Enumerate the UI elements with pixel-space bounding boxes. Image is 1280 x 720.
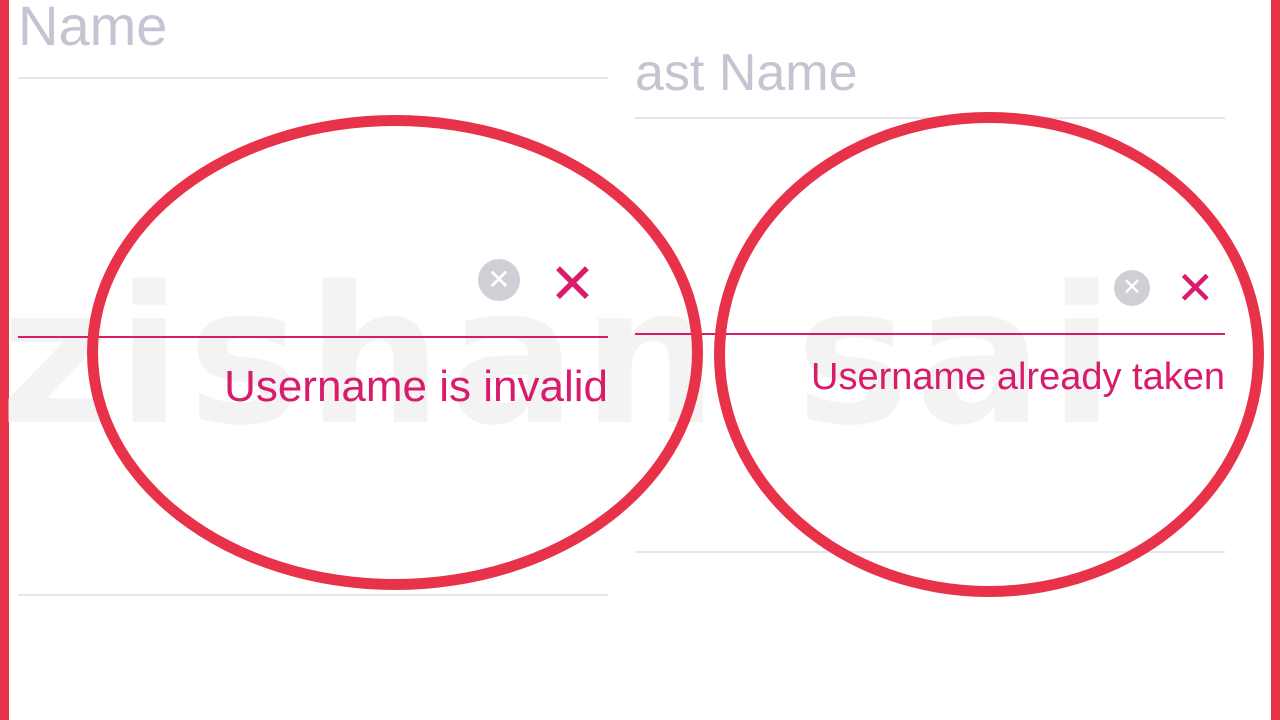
username-error-message: Username already taken [811,356,1225,398]
right-form-panel: ast Name ✕ ✕ Username already taken [635,0,1225,720]
last-name-field-underline [635,117,1225,119]
username-field-underline[interactable] [635,333,1225,335]
error-x-icon: ✕ [1176,262,1215,314]
error-x-icon: ✕ [549,252,596,315]
left-form-panel: Name ✕ ✕ Username is invalid [18,0,608,720]
name-field-underline [18,77,608,79]
next-field-underline [18,594,608,596]
clear-icon[interactable]: ✕ [1114,270,1150,306]
username-field-underline[interactable] [18,336,608,338]
last-name-field-label: ast Name [635,44,858,102]
name-field-label: Name [18,0,168,57]
clear-icon[interactable]: ✕ [478,259,520,301]
next-field-underline [635,551,1225,553]
username-error-message: Username is invalid [224,362,608,411]
